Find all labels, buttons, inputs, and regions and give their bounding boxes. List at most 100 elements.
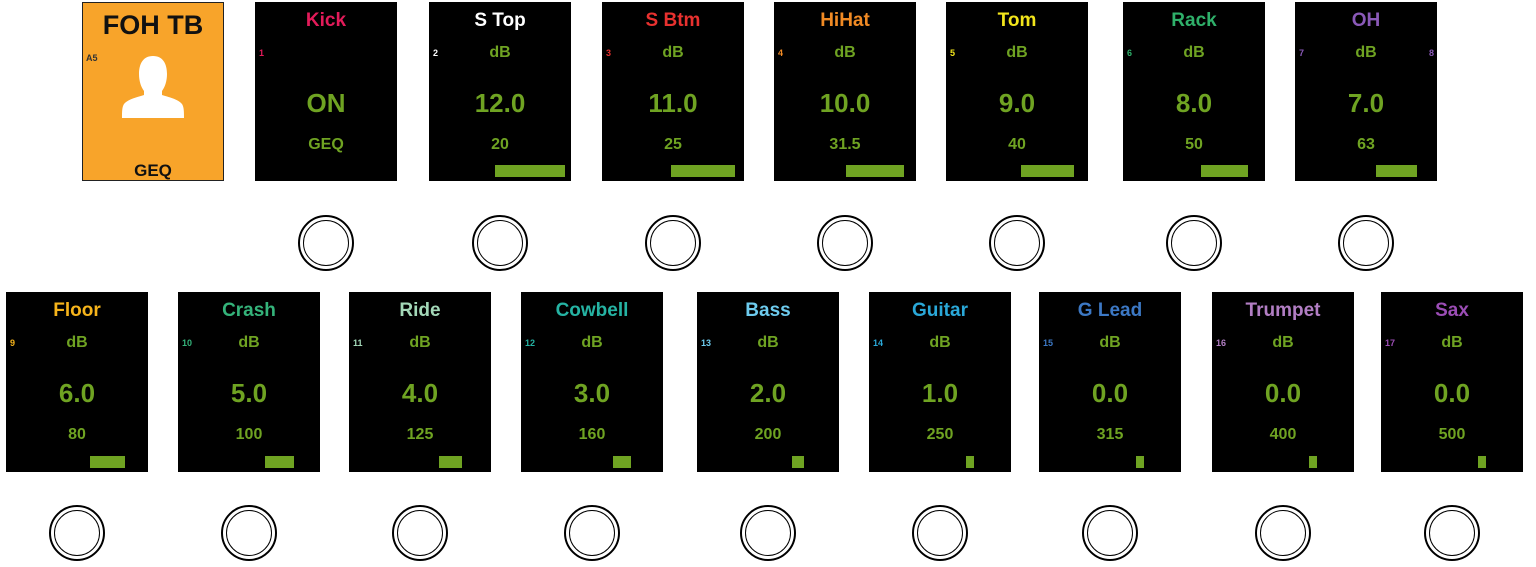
channel-strip-sax[interactable]: Sax 17 dB 0.0 500	[1381, 292, 1523, 472]
level-meter	[792, 456, 804, 468]
gain-value: ON	[306, 88, 346, 118]
channel-name: Guitar	[912, 300, 968, 321]
channel-name: Floor	[53, 300, 101, 321]
unit-label: dB	[1006, 44, 1028, 61]
foh-tb-label: GEQ	[134, 161, 172, 180]
level-meter	[613, 456, 631, 468]
channel-strip-g-lead[interactable]: G Lead 15 dB 0.0 315	[1039, 292, 1181, 472]
encoder-knob-crash[interactable]	[221, 505, 277, 561]
encoder-knob-s-btm[interactable]	[645, 215, 701, 271]
unit-label: dB	[238, 334, 260, 351]
band-frequency: 500	[1438, 426, 1466, 443]
encoder-knob-sax[interactable]	[1424, 505, 1480, 561]
channel-strip-s-btm[interactable]: S Btm 3 dB 11.0 25	[602, 2, 744, 181]
gain-value: 6.0	[58, 378, 96, 408]
channel-strip-trumpet[interactable]: Trumpet 16 dB 0.0 400	[1212, 292, 1354, 472]
channel-strip-ride[interactable]: Ride 11 dB 4.0 125	[349, 292, 491, 472]
level-meter	[1309, 456, 1317, 468]
unit-label: dB	[1441, 334, 1463, 351]
channel-strip-floor[interactable]: Floor 9 dB 6.0 80	[6, 292, 148, 472]
channel-strip-s-top[interactable]: S Top 2 dB 12.0 20	[429, 2, 571, 181]
channel-name: OH	[1351, 10, 1381, 31]
encoder-knob-trumpet[interactable]	[1255, 505, 1311, 561]
channel-name: Rack	[1171, 10, 1217, 31]
level-meter	[89, 456, 125, 468]
channel-name: Ride	[399, 300, 441, 321]
unit-label: dB	[1272, 334, 1294, 351]
encoder-knob-tom[interactable]	[989, 215, 1045, 271]
channel-strip-cowbell[interactable]: Cowbell 12 dB 3.0 160	[521, 292, 663, 472]
channel-name: S Btm	[645, 10, 701, 31]
band-frequency: 63	[1357, 136, 1375, 153]
band-frequency: 80	[68, 426, 86, 443]
gain-value: 0.0	[1264, 378, 1302, 408]
unit-label: dB	[1183, 44, 1205, 61]
gain-value: 9.0	[998, 88, 1036, 118]
band-frequency: 20	[491, 136, 509, 153]
level-meter	[495, 165, 565, 177]
unit-label: dB	[1355, 44, 1377, 61]
encoder-knob-bass[interactable]	[740, 505, 796, 561]
channel-strip-guitar[interactable]: Guitar 14 dB 1.0 250	[869, 292, 1011, 472]
unit-label: dB	[834, 44, 856, 61]
channel-name: Kick	[305, 10, 347, 31]
level-meter	[1020, 165, 1074, 177]
channel-name: Tom	[997, 10, 1037, 31]
channel-name: Trumpet	[1245, 300, 1321, 321]
channel-number: 1	[259, 48, 265, 58]
band-frequency: 125	[406, 426, 434, 443]
user-silhouette-icon	[122, 56, 184, 118]
gain-value: 4.0	[401, 378, 439, 408]
level-meter	[671, 165, 735, 177]
band-frequency: 31.5	[829, 136, 861, 153]
unit-label: dB	[757, 334, 779, 351]
gain-value: 2.0	[749, 378, 787, 408]
level-meter	[1200, 165, 1248, 177]
level-meter	[1375, 165, 1417, 177]
channel-name: Sax	[1435, 300, 1469, 321]
band-frequency: 200	[754, 426, 782, 443]
channel-name: Bass	[745, 300, 791, 321]
encoder-knob-ride[interactable]	[392, 505, 448, 561]
encoder-knob-oh[interactable]	[1338, 215, 1394, 271]
unit-label: dB	[662, 44, 684, 61]
channel-strip-kick[interactable]: Kick 1 ON GEQ	[255, 2, 397, 181]
band-frequency: 100	[235, 426, 263, 443]
encoder-knob-guitar[interactable]	[912, 505, 968, 561]
channel-strip-rack[interactable]: Rack 6 dB 8.0 50	[1123, 2, 1265, 181]
channel-name: Cowbell	[555, 300, 629, 321]
band-frequency: 40	[1008, 136, 1026, 153]
encoder-knob-floor[interactable]	[49, 505, 105, 561]
channel-name: HiHat	[820, 10, 870, 31]
gain-value: 5.0	[230, 378, 268, 408]
encoder-knob-s-top[interactable]	[472, 215, 528, 271]
level-meter	[846, 165, 904, 177]
band-frequency: 400	[1269, 426, 1297, 443]
encoder-knob-hihat[interactable]	[817, 215, 873, 271]
encoder-knob-kick[interactable]	[298, 215, 354, 271]
channel-strip-hihat[interactable]: HiHat 4 dB 10.0 31.5	[774, 2, 916, 181]
unit-label: dB	[1099, 334, 1121, 351]
foh-tb-title: FOH TB	[102, 10, 204, 40]
channel-strip-oh[interactable]: OH 7 8 dB 7.0 63	[1295, 2, 1437, 181]
encoder-knob-rack[interactable]	[1166, 215, 1222, 271]
band-frequency: GEQ	[308, 136, 344, 153]
encoder-knob-cowbell[interactable]	[564, 505, 620, 561]
channel-strip-crash[interactable]: Crash 10 dB 5.0 100	[178, 292, 320, 472]
foh-tb-tile[interactable]: FOH TB A5 GEQ	[82, 2, 224, 181]
level-meter	[438, 456, 462, 468]
unit-label: dB	[929, 334, 951, 351]
gain-value: 0.0	[1091, 378, 1129, 408]
channel-name: Crash	[222, 300, 276, 321]
band-frequency: 160	[578, 426, 606, 443]
channel-name: S Top	[474, 10, 526, 31]
channel-strip-tom[interactable]: Tom 5 dB 9.0 40	[946, 2, 1088, 181]
unit-label: dB	[409, 334, 431, 351]
foh-tb-slot: A5	[86, 53, 98, 63]
level-meter	[1136, 456, 1144, 468]
unit-label: dB	[66, 334, 88, 351]
unit-label: dB	[581, 334, 603, 351]
encoder-knob-g-lead[interactable]	[1082, 505, 1138, 561]
channel-strip-bass[interactable]: Bass 13 dB 2.0 200	[697, 292, 839, 472]
unit-label: dB	[489, 44, 511, 61]
